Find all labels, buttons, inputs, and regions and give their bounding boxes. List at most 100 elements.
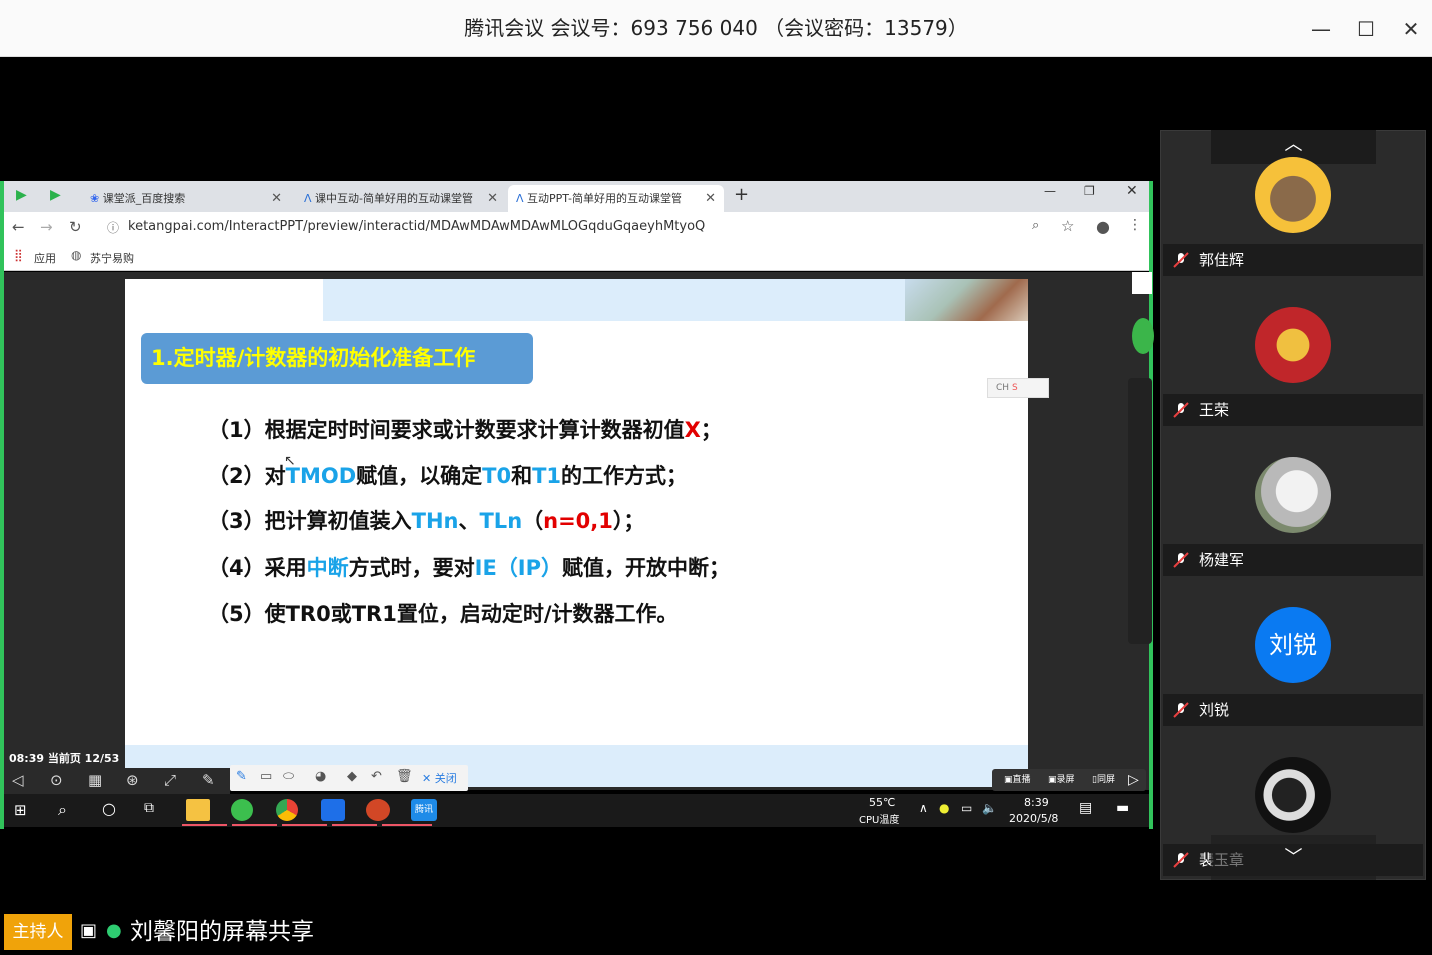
notification-icon[interactable]: ▬: [1116, 800, 1129, 816]
status-badge: [1132, 318, 1154, 354]
bookmark-suning[interactable]: 苏宁易购: [90, 250, 134, 266]
close-icon[interactable]: ✕: [1126, 183, 1138, 199]
powerpoint-icon[interactable]: [366, 799, 390, 821]
profile-icon[interactable]: ●: [1096, 217, 1110, 236]
clock-date[interactable]: 2020/5/8: [1009, 812, 1058, 825]
forward-icon[interactable]: →: [40, 218, 53, 236]
eraser-icon[interactable]: ◆: [347, 769, 357, 784]
avatar: [1255, 457, 1331, 533]
chrome-icon[interactable]: [276, 799, 298, 821]
participant-tile[interactable]: 郭佳辉: [1163, 244, 1423, 276]
ime-label: CH: [996, 383, 1010, 393]
participant-name: 杨建军: [1199, 551, 1245, 569]
slide-text-segment: （: [522, 509, 544, 533]
slide-text-segment: 和: [511, 464, 533, 488]
mirror-button[interactable]: ▯同屏: [1092, 769, 1115, 791]
avatar: 刘锐: [1255, 607, 1331, 683]
search-icon[interactable]: ⌕: [58, 800, 67, 820]
slide-heading: 1.定时器/计数器的初始化准备工作: [141, 333, 533, 384]
slide-text-segment: （5）使TR0或TR1置位，启动定时/计数器工作。: [208, 602, 678, 626]
mirror-label: 同屏: [1096, 775, 1115, 785]
screen-share-icon: ▣: [80, 920, 98, 941]
menu-icon[interactable]: ⋮: [1128, 217, 1142, 233]
undo-icon[interactable]: ↶: [371, 769, 382, 784]
cursor-icon: ↖: [284, 453, 296, 469]
tray-app-icon[interactable]: ●: [939, 801, 949, 815]
tab-interact-ppt[interactable]: Λ 互动PPT-简单好用的互动课堂管 ✕: [508, 185, 724, 212]
cortana-icon[interactable]: ○: [102, 799, 116, 818]
next-icon[interactable]: ▷: [1128, 769, 1139, 791]
network-icon[interactable]: ▭: [961, 801, 972, 815]
clock-time[interactable]: 8:39: [1024, 796, 1049, 809]
prev-icon[interactable]: ◁: [12, 771, 24, 789]
zoom-icon[interactable]: ⌕: [1032, 218, 1039, 233]
avatar: [1255, 757, 1331, 833]
play-icon[interactable]: ▶: [50, 187, 61, 203]
info-icon[interactable]: ⓘ: [107, 219, 119, 236]
apps-icon[interactable]: ⣿: [14, 248, 23, 262]
record-label: 录屏: [1056, 775, 1075, 785]
restore-icon[interactable]: ❐: [1084, 184, 1095, 198]
palette-icon[interactable]: ◕: [315, 769, 326, 784]
close-tab-icon[interactable]: ✕: [705, 185, 716, 212]
star-icon[interactable]: ☆: [1061, 217, 1074, 235]
tab-baidu[interactable]: ❀ 课堂派_百度搜索 ✕: [82, 185, 290, 212]
campus-image: [905, 279, 1028, 321]
close-tab-icon[interactable]: ✕: [487, 185, 498, 212]
participant-tile[interactable]: 王荣: [1163, 394, 1423, 426]
side-toolbar[interactable]: [1128, 378, 1152, 644]
minimize-icon[interactable]: —: [1044, 184, 1056, 198]
url-input[interactable]: ketangpai.com/InteractPPT/preview/intera…: [128, 219, 705, 234]
grid-icon[interactable]: ▦: [88, 771, 102, 789]
record-button[interactable]: ▣录屏: [1048, 769, 1075, 791]
drawing-toolbar: ✎ ▭ ⬭ ◕ ◆ ↶ 🗑 ✕ 关闭: [230, 765, 468, 791]
close-tab-icon[interactable]: ✕: [271, 185, 282, 212]
running-indicators: [182, 824, 432, 826]
new-tab-icon[interactable]: +: [734, 184, 749, 205]
cpu-temp: 55℃: [869, 796, 896, 809]
fullscreen-icon[interactable]: ⤢: [164, 771, 176, 789]
mic-muted-icon: [1173, 402, 1189, 418]
globe-icon: ◍: [71, 248, 82, 262]
trash-icon[interactable]: 🗑: [396, 769, 413, 784]
play-icon[interactable]: ⊛: [126, 771, 139, 789]
tab-ketangpai-interact[interactable]: Λ 课中互动-简单好用的互动课堂管 ✕: [296, 185, 506, 212]
file-explorer-icon[interactable]: [186, 799, 210, 821]
ellipse-icon[interactable]: ⬭: [283, 769, 294, 784]
maximize-icon[interactable]: ☐: [1351, 14, 1381, 44]
windows-start-icon[interactable]: ⊞: [14, 801, 27, 819]
participant-tile[interactable]: 杨建军: [1163, 544, 1423, 576]
live-button[interactable]: ▣直播: [1004, 769, 1031, 791]
close-drawing-button[interactable]: ✕ 关闭: [422, 770, 457, 786]
reload-icon[interactable]: ↻: [69, 218, 82, 236]
volume-icon[interactable]: 🔈: [982, 801, 997, 815]
mic-muted-icon: [1173, 852, 1189, 868]
mic-muted-icon: [1173, 252, 1189, 268]
slide-text-segment: 、: [458, 509, 480, 533]
bookmarks-bar: ⣿ 应用 ◍ 苏宁易购: [4, 244, 1149, 271]
close-icon[interactable]: ✕: [1396, 14, 1426, 44]
browser-360-icon[interactable]: [231, 799, 253, 821]
mic-muted-icon: [1173, 702, 1189, 718]
tab-label: 课中互动-简单好用的互动课堂管: [315, 192, 473, 205]
slide-line: （1）根据定时时间要求或计数要求计算计数器初值X；: [208, 414, 722, 444]
task-view-icon[interactable]: ⧉: [144, 800, 154, 816]
pointer-icon[interactable]: ⊙: [50, 771, 63, 789]
minimize-icon[interactable]: —: [1306, 14, 1336, 44]
rectangle-icon[interactable]: ▭: [260, 769, 272, 784]
pen-icon[interactable]: ✎: [202, 771, 215, 789]
pen-icon[interactable]: ✎: [236, 769, 247, 784]
play-icon[interactable]: ▶: [16, 187, 27, 203]
tencent-meeting-icon[interactable]: [321, 799, 345, 821]
tencent-app-icon[interactable]: 腾讯: [411, 799, 437, 821]
tray-chevron-icon[interactable]: ∧: [919, 801, 928, 815]
notes-icon[interactable]: ▤: [1079, 800, 1092, 816]
slide-line: （5）使TR0或TR1置位，启动定时/计数器工作。: [208, 598, 678, 628]
bookmark-apps[interactable]: 应用: [34, 250, 56, 266]
participant-tile[interactable]: 刘锐: [1163, 694, 1423, 726]
avatar: [1255, 157, 1331, 233]
back-icon[interactable]: ←: [12, 218, 25, 236]
scroll-down-icon[interactable]: ﹀: [1211, 835, 1376, 880]
ime-indicator: CH S: [987, 378, 1049, 398]
qr-code-icon[interactable]: [1132, 272, 1152, 294]
